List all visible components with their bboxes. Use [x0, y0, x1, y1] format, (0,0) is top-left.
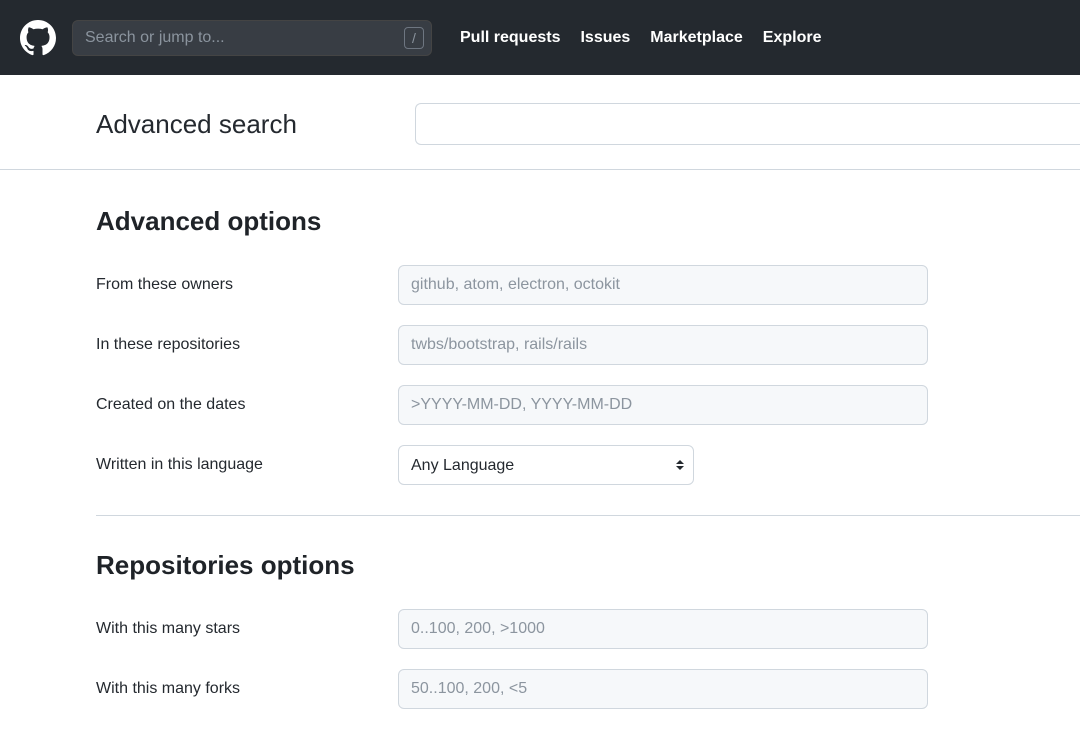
owners-label: From these owners — [96, 276, 398, 294]
language-select-wrapper: Any Language — [398, 445, 694, 485]
language-label: Written in this language — [96, 456, 398, 474]
dates-row: Created on the dates — [96, 385, 1080, 425]
stars-label: With this many stars — [96, 620, 398, 638]
owners-input[interactable] — [398, 265, 928, 305]
language-select[interactable]: Any Language — [398, 445, 694, 485]
page-title-row: Advanced search — [0, 75, 1080, 170]
repositories-row: In these repositories — [96, 325, 1080, 365]
stars-input[interactable] — [398, 609, 928, 649]
repositories-label: In these repositories — [96, 336, 398, 354]
page-title: Advanced search — [96, 109, 297, 140]
dates-label: Created on the dates — [96, 396, 398, 414]
forks-input[interactable] — [398, 669, 928, 709]
repositories-input[interactable] — [398, 325, 928, 365]
github-logo-icon[interactable] — [20, 20, 56, 56]
nav-issues[interactable]: Issues — [580, 29, 630, 47]
forks-row: With this many forks — [96, 669, 1080, 709]
section-divider — [96, 515, 1080, 516]
header-nav: Pull requests Issues Marketplace Explore — [460, 29, 821, 47]
stars-row: With this many stars — [96, 609, 1080, 649]
header-search-input[interactable] — [72, 20, 432, 56]
nav-pull-requests[interactable]: Pull requests — [460, 29, 560, 47]
content-area: Advanced options From these owners In th… — [0, 170, 1080, 709]
advanced-search-input[interactable] — [415, 103, 1080, 145]
main-header: / Pull requests Issues Marketplace Explo… — [0, 0, 1080, 75]
owners-row: From these owners — [96, 265, 1080, 305]
forks-label: With this many forks — [96, 680, 398, 698]
dates-input[interactable] — [398, 385, 928, 425]
language-row: Written in this language Any Language — [96, 445, 1080, 485]
header-search-wrapper: / — [72, 20, 432, 56]
nav-explore[interactable]: Explore — [763, 29, 822, 47]
nav-marketplace[interactable]: Marketplace — [650, 29, 743, 47]
advanced-options-title: Advanced options — [96, 206, 1080, 237]
repositories-options-title: Repositories options — [96, 550, 1080, 581]
